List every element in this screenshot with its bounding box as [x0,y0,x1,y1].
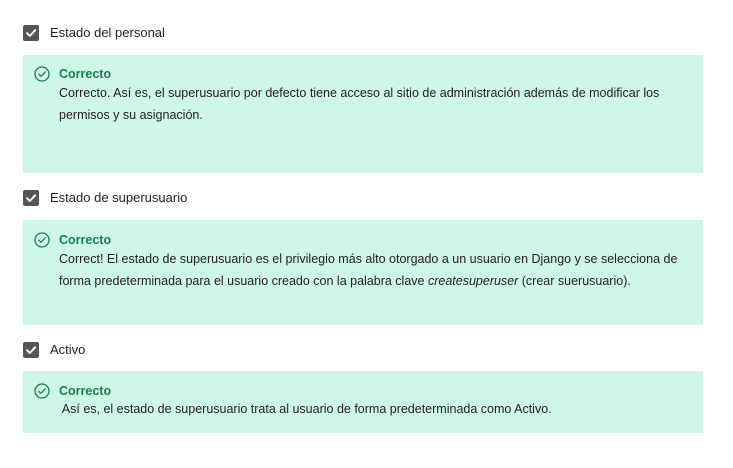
checkmark-icon [26,194,37,202]
checkmark-icon [26,346,37,354]
feedback-text: Correct! El estado de superusuario es el… [59,249,689,292]
check-circle-icon [34,383,50,399]
checkbox-checked[interactable] [23,342,39,358]
option-label: Estado de superusuario [50,190,188,205]
option-estado-del-personal[interactable]: Estado del personal [23,24,165,42]
checkbox-checked[interactable] [23,25,39,41]
option-activo[interactable]: Activo [23,341,85,359]
feedback-title: Correcto [59,233,112,247]
checkmark-icon [26,29,37,37]
keyword-createsuperuser: createsuperuser [427,273,519,288]
option-estado-de-superusuario[interactable]: Estado de superusuario [23,189,187,207]
feedback-title: Correcto [59,384,112,398]
check-circle-icon [34,232,50,248]
feedback-box: Correcto Correcto. Así es, el superusuar… [23,55,703,173]
checkbox-checked[interactable] [23,190,39,206]
feedback-text-part: (crear suerusuario). [518,273,631,288]
option-label: Estado del personal [50,25,165,40]
check-circle-icon [34,66,50,82]
option-label: Activo [50,342,86,357]
feedback-box: Correcto Correct! El estado de superusua… [23,220,703,325]
feedback-text: Así es, el estado de superusuario trata … [59,402,552,416]
feedback-text: Correcto. Así es, el superusuario por de… [59,86,660,122]
feedback-box: Correcto Así es, el estado de superusuar… [23,371,703,433]
feedback-title: Correcto [59,67,112,81]
